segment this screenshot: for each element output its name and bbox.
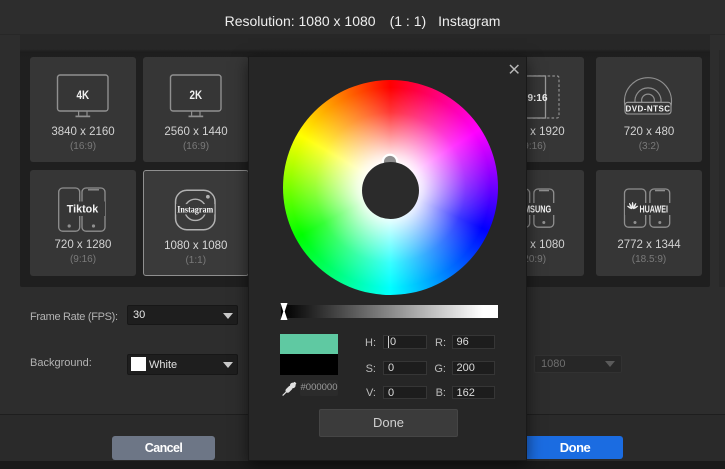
svg-text:9:16: 9:16	[527, 93, 547, 104]
svg-text:HUAWEI: HUAWEI	[640, 205, 669, 216]
svg-text:4K: 4K	[77, 88, 90, 102]
svg-text:2K: 2K	[190, 88, 203, 102]
svg-text:Instagram: Instagram	[177, 206, 213, 216]
svg-text:DVD-NTSC: DVD-NTSC	[626, 104, 671, 113]
svg-text:Tiktok: Tiktok	[67, 204, 99, 216]
